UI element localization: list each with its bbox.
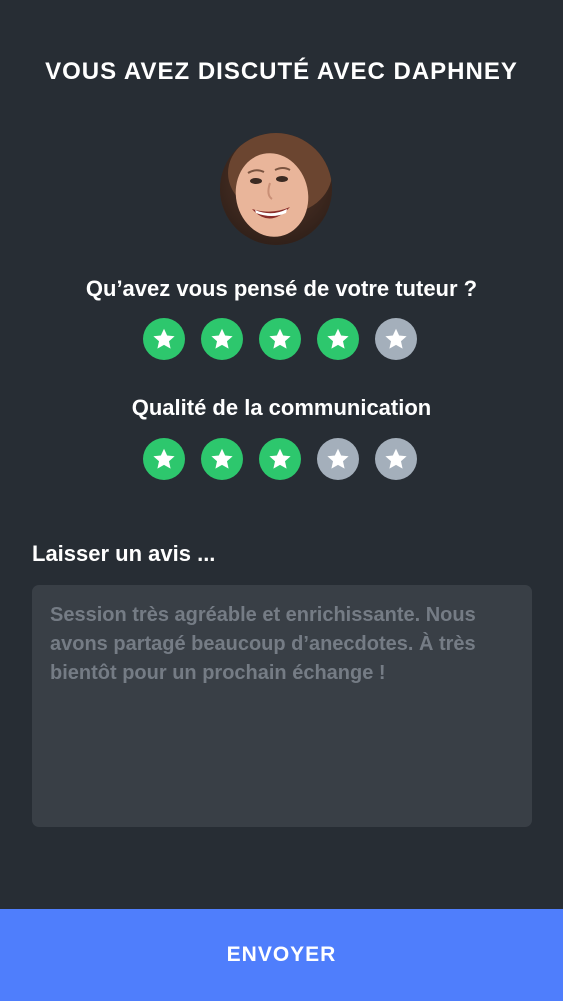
- rating-screen: VOUS AVEZ DISCUTÉ AVEC DAPHNEY Qu’avez v…: [0, 0, 563, 1001]
- star-icon: [327, 448, 349, 469]
- tutor-rating-star-4[interactable]: [317, 318, 359, 360]
- communication-rating-question: Qualité de la communication: [131, 395, 432, 420]
- communication-rating-star-5[interactable]: [375, 438, 417, 480]
- tutor-rating-star-2[interactable]: [201, 318, 243, 360]
- star-icon: [269, 448, 291, 469]
- communication-rating-star-3[interactable]: [259, 438, 301, 480]
- avatar: [220, 133, 332, 245]
- communication-rating-star-2[interactable]: [201, 438, 243, 480]
- page-title: VOUS AVEZ DISCUTÉ AVEC DAPHNEY: [45, 58, 518, 85]
- star-icon: [269, 328, 291, 349]
- communication-rating-star-4[interactable]: [317, 438, 359, 480]
- tutor-rating-star-5[interactable]: [375, 318, 417, 360]
- send-button[interactable]: ENVOYER: [0, 909, 563, 1001]
- tutor-rating-star-3[interactable]: [259, 318, 301, 360]
- star-icon: [385, 328, 407, 349]
- star-icon: [385, 448, 407, 469]
- tutor-rating-question: Qu’avez vous pensé de votre tuteur ?: [85, 276, 478, 301]
- communication-rating-star-1[interactable]: [143, 438, 185, 480]
- communication-rating-stars: [143, 438, 417, 480]
- tutor-avatar-icon: [220, 133, 332, 245]
- star-icon: [153, 448, 175, 469]
- tutor-rating-star-1[interactable]: [143, 318, 185, 360]
- star-icon: [211, 448, 233, 469]
- star-icon: [153, 328, 175, 349]
- star-icon: [211, 328, 233, 349]
- tutor-rating-stars: [143, 318, 417, 360]
- star-icon: [327, 328, 349, 349]
- review-textarea[interactable]: Session très agréable et enrichissante. …: [32, 585, 532, 827]
- review-label: Laisser un avis ...: [32, 541, 216, 566]
